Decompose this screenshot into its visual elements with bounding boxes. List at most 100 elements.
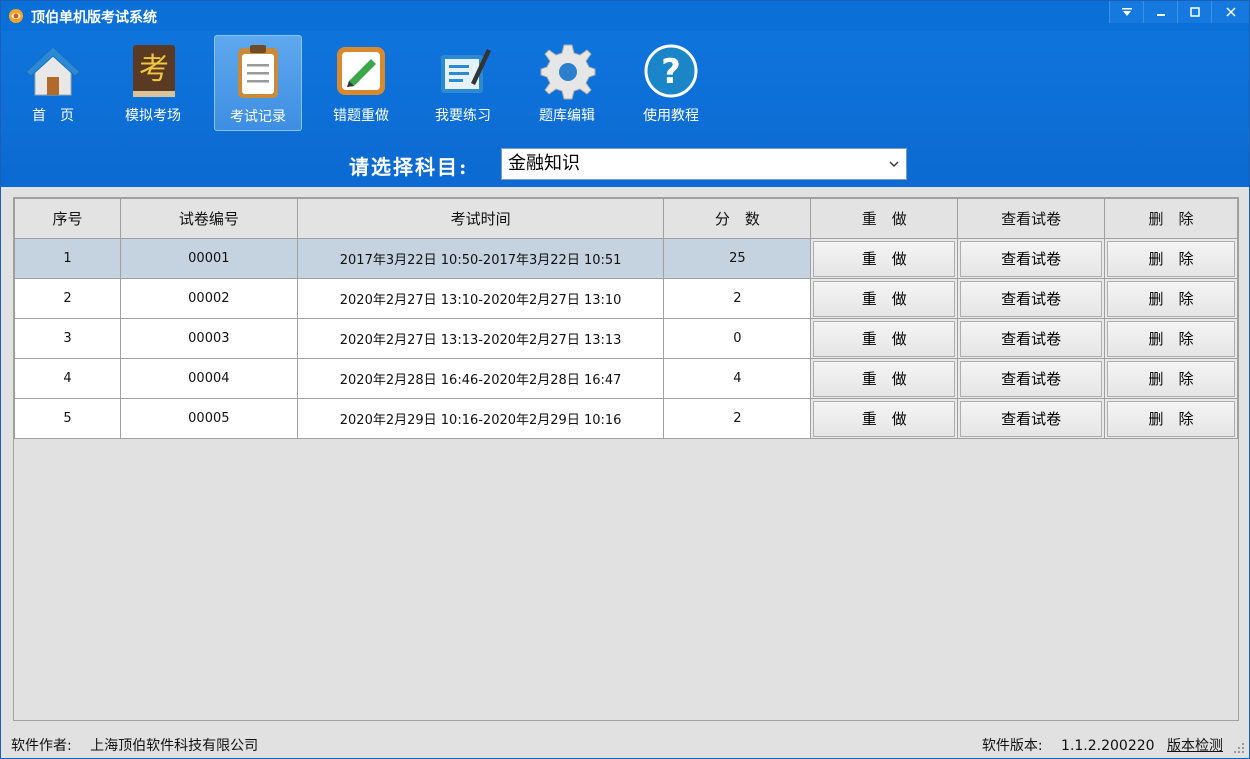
view-paper-button[interactable]: 查看试卷: [960, 320, 1103, 357]
practice-icon: [441, 49, 491, 93]
cell-paper-id: 00005: [119, 398, 298, 439]
menu-icon: [1121, 8, 1132, 16]
subject-label: 请选择科目:: [349, 155, 469, 179]
cell-delete: 删 除: [1104, 358, 1238, 399]
version-check-link[interactable]: 版本检测: [1167, 738, 1223, 754]
cell-exam-time: 2020年2月27日 13:13-2020年2月27日 13:13: [296, 318, 665, 359]
cell-paper-id: 00004: [119, 358, 298, 399]
header-delete[interactable]: 删 除: [1104, 198, 1238, 239]
redo-button[interactable]: 重 做: [813, 360, 956, 397]
table-row[interactable]: 5 00005 2020年2月29日 10:16-2020年2月29日 10:1…: [14, 398, 1238, 439]
cell-index: 3: [14, 318, 121, 359]
cell-exam-time: 2020年2月28日 16:46-2020年2月28日 16:47: [296, 358, 665, 399]
cell-score: 2: [663, 278, 812, 319]
table-header-row: 序号 试卷编号 考试时间 分 数 重 做 查看试卷 删 除: [14, 198, 1238, 239]
toolbar-practice[interactable]: 我要练习: [419, 35, 507, 131]
resize-grip-icon[interactable]: [1233, 742, 1245, 754]
view-paper-button[interactable]: 查看试卷: [960, 360, 1103, 397]
view-paper-button[interactable]: 查看试卷: [960, 240, 1103, 277]
header-redo[interactable]: 重 做: [810, 198, 959, 239]
cell-delete: 删 除: [1104, 238, 1238, 279]
delete-button[interactable]: 删 除: [1107, 320, 1235, 357]
cell-exam-time: 2017年3月22日 10:50-2017年3月22日 10:51: [296, 238, 665, 279]
toolbar-home-label: 首 页: [32, 108, 74, 124]
header-paper-id[interactable]: 试卷编号: [119, 198, 298, 239]
cell-index: 4: [14, 358, 121, 399]
toolbar-wrong-redo[interactable]: 错题重做: [317, 35, 405, 131]
clipboard-icon: [238, 45, 278, 98]
table-row[interactable]: 3 00003 2020年2月27日 13:13-2020年2月27日 13:1…: [14, 318, 1238, 359]
title-bar[interactable]: 顶伯单机版考试系统: [1, 1, 1249, 31]
minimize-button[interactable]: [1143, 1, 1177, 23]
toolbar-tutorial-label: 使用教程: [643, 108, 699, 124]
svg-text:?: ?: [661, 52, 681, 92]
delete-button[interactable]: 删 除: [1107, 240, 1235, 277]
records-table: 序号 试卷编号 考试时间 分 数 重 做 查看试卷 删 除 1 00001 20…: [14, 198, 1238, 439]
cell-score: 25: [663, 238, 812, 279]
menu-button[interactable]: [1109, 1, 1143, 23]
version-info: 软件版本: 1.1.2.200220 版本检测: [982, 735, 1223, 755]
cell-exam-time: 2020年2月29日 10:16-2020年2月29日 10:16: [296, 398, 665, 439]
cell-delete: 删 除: [1104, 318, 1238, 359]
help-icon: ?: [644, 44, 698, 98]
app-window: 顶伯单机版考试系统 首 页 考 模拟考场 考试记录 错题重做 我要练习 题库编辑…: [0, 0, 1250, 759]
cell-score: 0: [663, 318, 812, 359]
window-title: 顶伯单机版考试系统: [31, 10, 157, 26]
subject-select[interactable]: 金融知识: [501, 148, 907, 180]
cell-redo: 重 做: [810, 398, 959, 439]
cell-paper-id: 00003: [119, 318, 298, 359]
delete-button[interactable]: 删 除: [1107, 360, 1235, 397]
table-row[interactable]: 2 00002 2020年2月27日 13:10-2020年2月27日 13:1…: [14, 278, 1238, 319]
view-paper-button[interactable]: 查看试卷: [960, 280, 1103, 317]
table-row[interactable]: 4 00004 2020年2月28日 16:46-2020年2月28日 16:4…: [14, 358, 1238, 399]
cell-view: 查看试卷: [957, 358, 1106, 399]
toolbar-wrong-redo-label: 错题重做: [333, 108, 389, 124]
header-score[interactable]: 分 数: [663, 198, 812, 239]
cell-redo: 重 做: [810, 238, 959, 279]
toolbar-exam-records[interactable]: 考试记录: [214, 35, 302, 131]
gear-icon: [540, 44, 596, 100]
redo-button[interactable]: 重 做: [813, 240, 956, 277]
svg-text:考: 考: [139, 52, 169, 87]
header-index[interactable]: 序号: [14, 198, 121, 239]
cell-view: 查看试卷: [957, 278, 1106, 319]
version-label: 软件版本:: [981, 738, 1043, 754]
home-icon: [25, 46, 81, 96]
header-exam-time[interactable]: 考试时间: [296, 198, 665, 239]
close-button[interactable]: [1211, 1, 1249, 23]
cell-paper-id: 00001: [119, 238, 298, 279]
toolbar-mock-exam-label: 模拟考场: [125, 108, 181, 124]
author-label: 软件作者:: [11, 738, 72, 754]
chevron-down-icon: [889, 161, 899, 167]
toolbar-mock-exam[interactable]: 考 模拟考场: [109, 35, 197, 131]
toolbar-home[interactable]: 首 页: [9, 35, 97, 131]
cell-delete: 删 除: [1104, 398, 1238, 439]
toolbar-question-bank[interactable]: 题库编辑: [523, 35, 611, 131]
version-number: 1.1.2.200220: [1061, 738, 1155, 754]
minimize-icon: [1156, 14, 1165, 16]
table-row[interactable]: 1 00001 2017年3月22日 10:50-2017年3月22日 10:5…: [14, 238, 1238, 279]
header-view[interactable]: 查看试卷: [957, 198, 1106, 239]
cell-score: 4: [663, 358, 812, 399]
maximize-button[interactable]: [1177, 1, 1211, 23]
cell-index: 2: [14, 278, 121, 319]
redo-button[interactable]: 重 做: [813, 320, 956, 357]
view-paper-button[interactable]: 查看试卷: [960, 400, 1103, 437]
app-logo-icon: [9, 9, 23, 23]
toolbar-practice-label: 我要练习: [435, 108, 491, 124]
delete-button[interactable]: 删 除: [1107, 280, 1235, 317]
window-controls: [1109, 1, 1249, 23]
delete-button[interactable]: 删 除: [1107, 400, 1235, 437]
edit-note-icon: [337, 47, 385, 95]
toolbar-tutorial[interactable]: ? 使用教程: [627, 35, 715, 131]
status-bar: 软件作者: 上海顶伯软件科技有限公司 软件版本: 1.1.2.200220 版本…: [1, 728, 1249, 758]
subject-selected-value: 金融知识: [508, 153, 580, 174]
close-icon: [1225, 7, 1236, 17]
redo-button[interactable]: 重 做: [813, 280, 956, 317]
author-info: 软件作者: 上海顶伯软件科技有限公司: [11, 735, 258, 755]
redo-button[interactable]: 重 做: [813, 400, 956, 437]
toolbar-question-bank-label: 题库编辑: [539, 108, 595, 124]
cell-index: 5: [14, 398, 121, 439]
cell-view: 查看试卷: [957, 238, 1106, 279]
exam-records-grid: 序号 试卷编号 考试时间 分 数 重 做 查看试卷 删 除 1 00001 20…: [13, 197, 1239, 721]
